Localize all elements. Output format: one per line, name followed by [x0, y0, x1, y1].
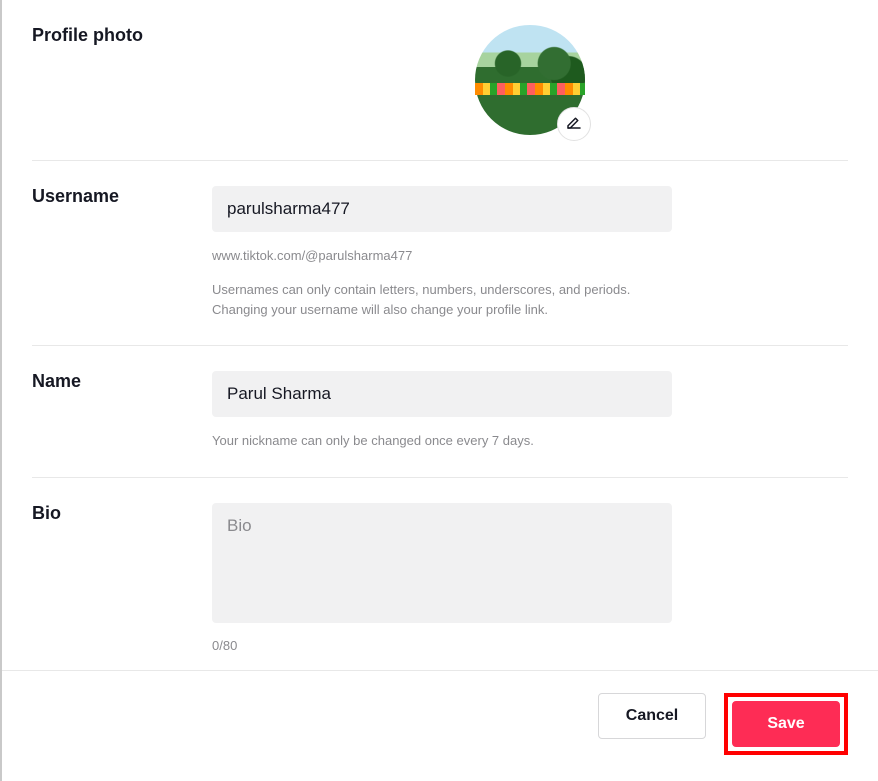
- save-highlight: Save: [724, 693, 848, 755]
- bio-label: Bio: [32, 503, 212, 524]
- name-row: Name Your nickname can only be changed o…: [32, 346, 848, 477]
- edit-photo-button[interactable]: [557, 107, 591, 141]
- name-input[interactable]: [212, 371, 672, 417]
- bio-counter: 0/80: [212, 638, 672, 653]
- username-hint: Usernames can only contain letters, numb…: [212, 280, 672, 320]
- profile-photo-label: Profile photo: [32, 25, 212, 46]
- bio-input[interactable]: [212, 503, 672, 623]
- bio-row: Bio 0/80: [32, 478, 848, 678]
- username-label: Username: [32, 186, 212, 207]
- save-button[interactable]: Save: [732, 701, 840, 747]
- username-input[interactable]: [212, 186, 672, 232]
- avatar[interactable]: [475, 25, 585, 135]
- edit-icon: [565, 113, 583, 136]
- username-url: www.tiktok.com/@parulsharma477: [212, 246, 672, 266]
- footer: Cancel Save: [2, 670, 878, 781]
- name-hint: Your nickname can only be changed once e…: [212, 431, 672, 451]
- profile-photo-row: Profile photo: [32, 0, 848, 161]
- username-row: Username www.tiktok.com/@parulsharma477 …: [32, 161, 848, 346]
- name-label: Name: [32, 371, 212, 392]
- cancel-button[interactable]: Cancel: [598, 693, 706, 739]
